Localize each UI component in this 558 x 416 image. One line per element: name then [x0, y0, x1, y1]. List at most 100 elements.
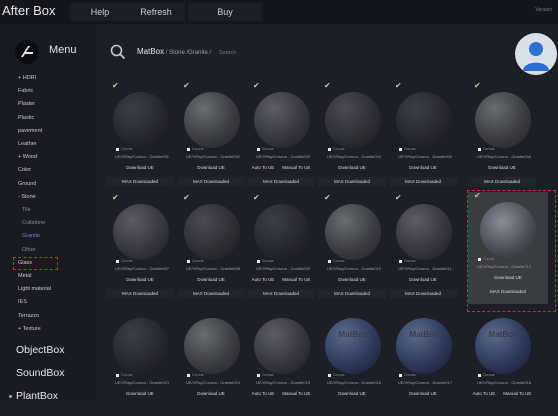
sidebar-item[interactable]: + HDRI — [18, 75, 36, 81]
material-swatch-icon — [478, 374, 481, 377]
sidebar-item[interactable]: Cultstone — [22, 220, 45, 226]
material-preview[interactable] — [325, 204, 381, 260]
manual-to-ue-button[interactable]: Manual To UE — [282, 277, 310, 282]
max-downloaded-button[interactable]: MAX Downloaded — [106, 177, 174, 187]
material-card[interactable]: MatBox Corona UE/VRay/Corona - Granite016 D… — [318, 308, 386, 416]
sidebar-item[interactable]: Color — [18, 167, 31, 173]
sidebar-item[interactable]: Plaster — [18, 101, 35, 107]
download-ue-button[interactable]: Download UE — [106, 275, 174, 285]
sidebar-item[interactable]: Terrazzo — [18, 313, 39, 319]
max-downloaded-button[interactable]: MAX Downloaded — [177, 177, 245, 187]
download-ue-button[interactable]: Download UE — [177, 275, 245, 285]
manual-to-ue-button[interactable]: Manual To UE — [503, 391, 531, 396]
max-downloaded-button[interactable]: MAX Downloaded — [247, 289, 315, 299]
sidebar-item[interactable]: Light material — [18, 286, 51, 292]
download-ue-button[interactable]: Download UE — [389, 163, 457, 173]
auto-to-ue-button[interactable]: Auto To UE — [252, 391, 275, 396]
material-card[interactable]: Corona UE/VRay/Corona - Granite013 Downloa… — [106, 308, 174, 416]
material-card[interactable]: ✔ Corona UE/VRay/Corona - Granite010 Downlo… — [318, 194, 386, 302]
max-downloaded-button[interactable]: MAX Downloaded — [106, 289, 174, 299]
auto-to-ue-button[interactable]: Auto To UE — [252, 165, 275, 170]
material-preview[interactable] — [396, 92, 452, 148]
download-ue-button[interactable]: Download UE — [389, 275, 457, 285]
max-downloaded-button[interactable]: MAX Downloaded — [389, 177, 457, 187]
material-card[interactable]: ✔ Corona UE/VRay/Corona - Granite009 Auto T… — [247, 194, 315, 302]
auto-to-ue-button[interactable]: Auto To UE — [473, 391, 496, 396]
material-card[interactable]: ✔ Corona UE/VRay/Corona - Granite007 Downlo… — [106, 194, 174, 302]
material-card[interactable]: ✔ Corona UE/VRay/Corona - Granite004 Downlo… — [318, 82, 386, 190]
download-ue-button[interactable]: Download UE — [106, 163, 174, 173]
material-preview[interactable] — [113, 92, 169, 148]
avatar[interactable] — [515, 33, 557, 75]
search-input[interactable]: Search — [219, 50, 236, 56]
material-preview[interactable] — [184, 92, 240, 148]
download-ue-button[interactable]: Download UE — [468, 163, 536, 173]
material-card[interactable]: MatBox Corona UE/VRay/Corona - Granite018 A… — [468, 308, 536, 416]
search-icon[interactable] — [110, 44, 126, 60]
buy-button[interactable]: Buy — [188, 3, 262, 21]
material-preview[interactable] — [113, 318, 169, 374]
sidebar-item[interactable]: Fabric — [18, 88, 33, 94]
section-plantbox[interactable]: PlantBox — [16, 390, 58, 402]
material-preview[interactable] — [184, 204, 240, 260]
sidebar-item[interactable]: + Wood — [18, 154, 37, 160]
download-ue-button[interactable]: Download UE — [389, 389, 457, 399]
material-preview[interactable] — [475, 318, 531, 374]
material-card[interactable]: ✔ Corona UE/VRay/Corona - Granite003 Auto T… — [247, 82, 315, 190]
material-card[interactable]: ✔ Corona UE/VRay/Corona - Granite011 Downlo… — [389, 194, 457, 302]
section-objectbox[interactable]: ObjectBox — [16, 344, 64, 356]
app-logo — [15, 40, 39, 64]
sidebar-item[interactable]: Granite — [22, 233, 40, 239]
material-card[interactable]: ✔ Corona UE/VRay/Corona - Granite006 Downlo… — [468, 82, 536, 190]
sidebar-item[interactable]: + Texture — [18, 326, 41, 332]
material-preview[interactable] — [325, 318, 381, 374]
material-preview[interactable] — [325, 92, 381, 148]
material-card[interactable]: MatBox Corona UE/VRay/Corona - Granite017 D… — [389, 308, 457, 416]
sidebar-item[interactable]: Leather — [18, 141, 37, 147]
manual-to-ue-button[interactable]: Manual To UE — [282, 391, 310, 396]
material-swatch-icon — [187, 148, 190, 151]
manual-to-ue-button[interactable]: Manual To UE — [282, 165, 310, 170]
material-card[interactable]: ✔ Corona UE/VRay/Corona - Granite005 Downlo… — [389, 82, 457, 190]
sidebar-item[interactable]: IES — [18, 299, 27, 305]
breadcrumb-root[interactable]: MatBox — [137, 47, 164, 56]
material-preview[interactable] — [254, 204, 310, 260]
sidebar-item[interactable]: - Stone — [18, 194, 36, 200]
sidebar-item[interactable]: pavement — [18, 128, 42, 134]
max-downloaded-button[interactable]: MAX Downloaded — [389, 289, 457, 299]
material-preview[interactable] — [475, 92, 531, 148]
search-bar[interactable]: MatBox / Stone /Granite / Search — [110, 42, 510, 64]
sidebar-item[interactable]: Tile — [22, 207, 31, 213]
max-downloaded-button[interactable]: MAX Downloaded — [177, 289, 245, 299]
auto-to-ue-button[interactable]: Auto To UE — [252, 277, 275, 282]
material-preview[interactable] — [254, 92, 310, 148]
download-ue-button[interactable]: Download UE — [106, 389, 174, 399]
download-ue-button[interactable]: Download UE — [318, 163, 386, 173]
refresh-button[interactable]: Refresh — [127, 3, 185, 21]
sidebar-item[interactable]: Ground — [18, 181, 36, 187]
material-preview[interactable] — [254, 318, 310, 374]
max-downloaded-button[interactable]: MAX Downloaded — [318, 289, 386, 299]
max-downloaded-button[interactable]: MAX Downloaded — [247, 177, 315, 187]
material-card[interactable]: Corona UE/VRay/Corona - Granite014 Downloa… — [177, 308, 245, 416]
sidebar-item[interactable]: Other — [22, 247, 36, 253]
material-card[interactable]: ✔ Corona UE/VRay/Corona - Granite001 Downlo… — [106, 82, 174, 190]
material-preview[interactable] — [184, 318, 240, 374]
help-button[interactable]: Help — [70, 3, 130, 21]
material-card[interactable]: ✔ Corona UE/VRay/Corona - Granite008 Downlo… — [177, 194, 245, 302]
sidebar-item[interactable]: Metal — [18, 273, 31, 279]
download-ue-button[interactable]: Download UE — [177, 389, 245, 399]
engine-label: Corona — [262, 259, 274, 263]
material-preview[interactable] — [396, 204, 452, 260]
download-ue-button[interactable]: Download UE — [177, 163, 245, 173]
download-ue-button[interactable]: Download UE — [318, 389, 386, 399]
download-ue-button[interactable]: Download UE — [318, 275, 386, 285]
material-card[interactable]: Corona UE/VRay/Corona - Granite015 Auto To… — [247, 308, 315, 416]
material-preview[interactable] — [113, 204, 169, 260]
max-downloaded-button[interactable]: MAX Downloaded — [468, 177, 536, 187]
material-card[interactable]: ✔ Corona UE/VRay/Corona - Granite002 Downlo… — [177, 82, 245, 190]
material-preview[interactable] — [396, 318, 452, 374]
max-downloaded-button[interactable]: MAX Downloaded — [318, 177, 386, 187]
sidebar-item[interactable]: Plastic — [18, 115, 34, 121]
section-soundbox[interactable]: SoundBox — [16, 367, 64, 379]
